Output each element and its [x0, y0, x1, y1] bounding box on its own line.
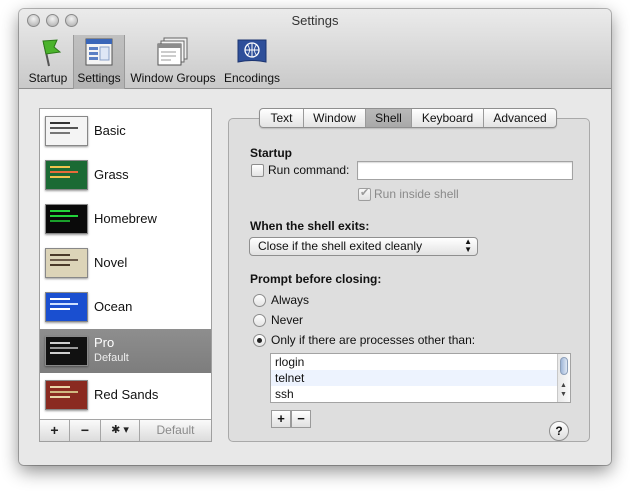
profile-name: Ocean: [94, 299, 133, 314]
process-item[interactable]: rlogin: [271, 354, 557, 370]
process-item[interactable]: telnet: [271, 370, 557, 386]
processes-list[interactable]: rlogin telnet ssh ▲ ▼: [270, 353, 571, 403]
toolbar-label-settings: Settings: [77, 71, 121, 85]
toolbar-label-startup: Startup: [28, 71, 68, 85]
profile-name: Basic: [94, 123, 126, 138]
settings-window: Settings Startup Settings Window Groups …: [19, 9, 611, 465]
prompt-processes-label: Only if there are processes other than:: [271, 333, 476, 347]
startup-flag-icon: [42, 39, 62, 67]
encodings-globe-icon: [237, 39, 267, 63]
default-profile-badge: Default: [94, 352, 129, 364]
toolbar-label-encodings: Encodings: [223, 71, 281, 85]
profile-row-basic[interactable]: Basic: [40, 109, 211, 153]
prompt-never-label: Never: [271, 313, 304, 327]
profiles-list[interactable]: Basic Grass Homebrew Novel Ocean Pro Def…: [39, 108, 212, 442]
profile-name: Grass: [94, 167, 129, 182]
scrollbar-knob[interactable]: [560, 357, 568, 375]
when-shell-exits-popup[interactable]: Close if the shell exited cleanly ▲ ▼: [249, 237, 478, 256]
profile-thumbnail: [45, 248, 88, 278]
profile-actions-gear-icon[interactable]: ✱ ▾: [101, 420, 140, 441]
toolbar: Settings Startup Settings Window Groups …: [19, 9, 611, 89]
add-process-button[interactable]: +: [271, 410, 291, 428]
prompt-before-closing-heading: Prompt before closing:: [250, 272, 382, 286]
startup-heading: Startup: [250, 146, 292, 160]
settings-window-icon: [85, 38, 113, 66]
prompt-never-radio[interactable]: [253, 314, 266, 327]
process-item[interactable]: ssh: [271, 386, 557, 402]
profile-thumbnail: [45, 292, 88, 322]
toolbar-item-startup[interactable]: Startup: [23, 35, 73, 89]
run-command-label: Run command:: [268, 163, 350, 177]
profile-row-ocean[interactable]: Ocean: [40, 285, 211, 329]
prompt-processes-radio[interactable]: [253, 334, 266, 347]
toolbar-item-window-groups[interactable]: Window Groups: [127, 35, 219, 89]
tab-shell[interactable]: Shell: [366, 109, 412, 127]
settings-tab-bar: Text Window Shell Keyboard Advanced: [259, 108, 557, 128]
window-title: Settings: [291, 13, 339, 28]
when-shell-exits-heading: When the shell exits:: [250, 219, 370, 233]
profile-thumbnail: [45, 160, 88, 190]
tab-window[interactable]: Window: [304, 109, 366, 127]
profile-row-grass[interactable]: Grass: [40, 153, 211, 197]
profile-row-red-sands[interactable]: Red Sands: [40, 373, 211, 417]
profile-thumbnail: [45, 336, 88, 366]
toolbar-item-encodings[interactable]: Encodings: [221, 35, 283, 89]
window-groups-icon: [157, 37, 188, 66]
scroll-up-arrow-icon[interactable]: ▲: [560, 382, 567, 389]
add-profile-button[interactable]: +: [40, 420, 70, 441]
profile-thumbnail: [45, 204, 88, 234]
help-button[interactable]: ?: [549, 421, 569, 441]
run-inside-shell-checkbox[interactable]: [358, 186, 371, 201]
tab-advanced[interactable]: Advanced: [484, 109, 556, 127]
popup-arrows-icon: ▲ ▼: [464, 237, 472, 254]
toolbar-item-settings[interactable]: Settings: [73, 35, 125, 89]
toolbar-label-window-groups: Window Groups: [130, 71, 216, 85]
settings-content: Basic Grass Homebrew Novel Ocean Pro Def…: [19, 90, 611, 465]
profile-row-novel[interactable]: Novel: [40, 241, 211, 285]
profile-thumbnail: [45, 116, 88, 146]
profile-name: Red Sands: [94, 387, 159, 402]
scroll-down-arrow-icon[interactable]: ▼: [560, 391, 567, 398]
profile-name: Homebrew: [94, 211, 157, 226]
run-inside-shell-label: Run inside shell: [374, 187, 459, 201]
tab-keyboard[interactable]: Keyboard: [412, 109, 484, 127]
set-default-button[interactable]: Default: [140, 420, 211, 441]
profile-thumbnail: [45, 380, 88, 410]
profile-row-homebrew[interactable]: Homebrew: [40, 197, 211, 241]
profiles-list-footer: + − ✱ ▾ Default: [40, 419, 211, 441]
prompt-always-label: Always: [271, 293, 310, 307]
prompt-always-radio[interactable]: [253, 294, 266, 307]
run-command-checkbox[interactable]: [251, 164, 264, 177]
remove-profile-button[interactable]: −: [70, 420, 101, 441]
when-shell-exits-value: Close if the shell exited cleanly: [258, 239, 423, 253]
run-command-field[interactable]: [357, 161, 573, 180]
profile-name: Novel: [94, 255, 128, 270]
profile-row-pro[interactable]: Pro Default: [40, 329, 211, 373]
remove-process-button[interactable]: −: [291, 410, 311, 428]
processes-scrollbar[interactable]: ▲ ▼: [557, 354, 570, 402]
profile-name: Pro: [94, 335, 115, 350]
tab-text[interactable]: Text: [260, 109, 304, 127]
